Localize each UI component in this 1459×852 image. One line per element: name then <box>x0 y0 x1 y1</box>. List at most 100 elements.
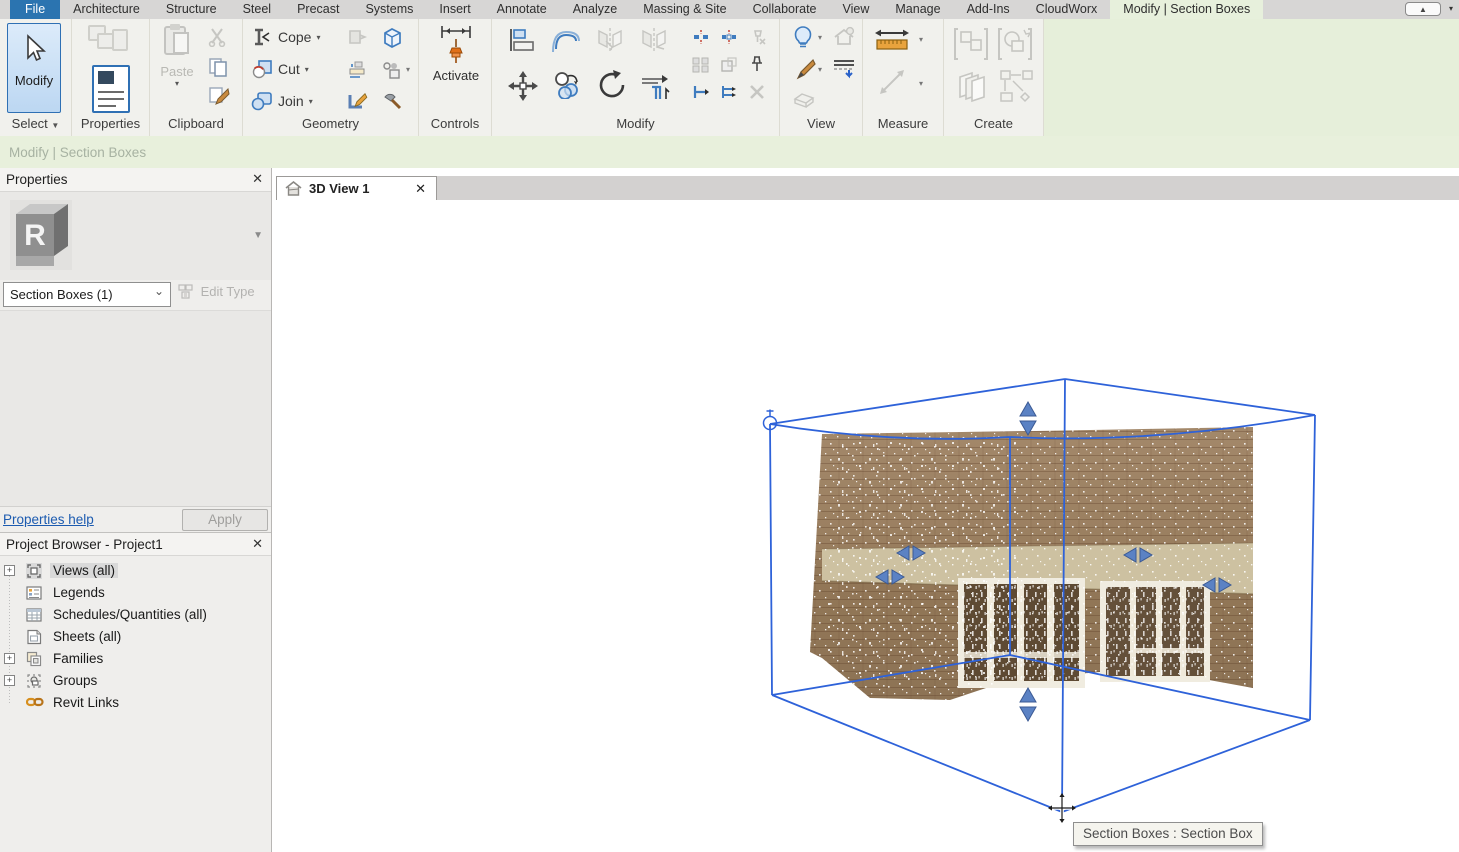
copy-clipboard-icon[interactable] <box>208 57 228 82</box>
view-tab-3d-view-1[interactable]: 3D View 1 ✕ <box>276 176 437 200</box>
tree-item-sheets[interactable]: Sheets (all) <box>0 626 271 648</box>
panel-label-measure[interactable]: Measure <box>863 114 943 135</box>
move-icon[interactable] <box>508 71 538 106</box>
modify-tool-button[interactable]: Modify <box>7 23 61 113</box>
trim-extend-single-icon[interactable] <box>692 83 710 106</box>
cut-geometry-button[interactable]: Cut ▾ <box>251 59 309 79</box>
linework-icon[interactable] <box>832 57 856 86</box>
point-cloud-wall[interactable] <box>810 200 1376 700</box>
3d-viewport[interactable] <box>276 200 1459 852</box>
tab-annotate[interactable]: Annotate <box>484 0 560 19</box>
panel-label-modify[interactable]: Modify <box>492 114 779 135</box>
split-with-gap-icon[interactable] <box>720 29 738 50</box>
panel-label-geometry[interactable]: Geometry <box>243 114 418 135</box>
apply-button[interactable]: Apply <box>182 509 268 531</box>
tab-add-ins[interactable]: Add-Ins <box>954 0 1023 19</box>
match-type-brush-icon[interactable] <box>208 85 230 112</box>
panel-label-clipboard[interactable]: Clipboard <box>150 114 242 135</box>
tab-steel[interactable]: Steel <box>230 0 285 19</box>
brush-caret-icon[interactable]: ▾ <box>818 65 822 74</box>
edit-type-button[interactable]: Edit Type <box>178 284 255 302</box>
element-states-icon[interactable] <box>381 61 403 86</box>
expand-icon[interactable]: + <box>4 565 15 576</box>
type-selector-combobox[interactable]: Section Boxes (1) ⌄ <box>3 282 171 307</box>
trim-extend-multiple-icon[interactable] <box>720 83 738 106</box>
tree-item-views[interactable]: + Views (all) <box>0 560 271 582</box>
panel-label-view[interactable]: View <box>780 114 862 135</box>
revit-window: File Architecture Structure Steel Precas… <box>0 0 1459 852</box>
create-schedule-flow-icon[interactable] <box>998 69 1036 110</box>
align-icon[interactable] <box>508 27 536 58</box>
tab-file[interactable]: File <box>10 0 60 19</box>
mirror-axis-icon[interactable] <box>640 27 668 58</box>
panel-label-create[interactable]: Create <box>944 114 1043 135</box>
array-icon[interactable] <box>692 57 710 78</box>
cut-profile-cube-icon[interactable] <box>381 27 403 54</box>
pin-icon[interactable] <box>748 55 766 78</box>
tree-item-schedules[interactable]: Schedules/Quantities (all) <box>0 604 271 626</box>
unpin-icon[interactable] <box>748 29 766 50</box>
measure-ruler-icon[interactable] <box>873 27 911 60</box>
preview-letter: R <box>24 219 46 252</box>
copy-icon[interactable] <box>552 71 582 104</box>
paste-button[interactable]: Paste ▾ <box>156 23 198 88</box>
expand-icon[interactable]: + <box>4 653 15 664</box>
tab-manage[interactable]: Manage <box>882 0 953 19</box>
scale-icon[interactable] <box>720 57 738 78</box>
tab-insert[interactable]: Insert <box>426 0 483 19</box>
tree-item-legends[interactable]: Legends <box>0 582 271 604</box>
ribbon-minimize-caret-icon[interactable]: ▾ <box>1449 4 1453 13</box>
type-properties-icon[interactable] <box>88 25 132 61</box>
split-element-icon[interactable] <box>692 29 710 50</box>
states-caret-icon[interactable]: ▾ <box>406 65 410 74</box>
trim-extend-corner-icon[interactable] <box>640 71 672 106</box>
measure-between-refs-icon[interactable] <box>877 67 907 102</box>
properties-close-icon[interactable]: ✕ <box>252 171 263 187</box>
type-selector-dropdown-icon[interactable]: ▼ <box>253 230 263 241</box>
mirror-project-icon[interactable] <box>596 27 624 58</box>
offset-icon[interactable] <box>552 27 582 58</box>
tab-analyze[interactable]: Analyze <box>560 0 630 19</box>
type-preview-area[interactable]: R ▼ <box>0 192 271 280</box>
override-graphics-brush-icon[interactable] <box>792 57 816 86</box>
expand-icon[interactable]: + <box>4 675 15 686</box>
activate-controls-button[interactable]: Activate <box>429 23 483 113</box>
tab-systems[interactable]: Systems <box>352 0 426 19</box>
tree-item-groups[interactable]: + Groups <box>0 670 271 692</box>
create-parts-icon[interactable] <box>952 69 992 110</box>
cut-clipboard-icon[interactable] <box>208 27 228 52</box>
beam-cutback-icon[interactable] <box>347 61 369 86</box>
tab-modify-section-boxes[interactable]: Modify | Section Boxes <box>1110 0 1263 19</box>
delete-icon[interactable] <box>748 83 766 106</box>
show-hidden-elements-icon[interactable] <box>832 25 856 54</box>
tab-view[interactable]: View <box>830 0 883 19</box>
tab-massing-site[interactable]: Massing & Site <box>630 0 739 19</box>
tab-cloudworx[interactable]: CloudWorx <box>1023 0 1111 19</box>
tab-collaborate[interactable]: Collaborate <box>740 0 830 19</box>
properties-help-link[interactable]: Properties help <box>3 512 94 527</box>
tab-precast[interactable]: Precast <box>284 0 352 19</box>
tree-item-revit-links[interactable]: Revit Links <box>0 692 271 714</box>
create-group-icon[interactable] <box>952 25 990 68</box>
cope-button[interactable]: Cope ▾ <box>251 27 320 47</box>
panel-label-properties[interactable]: Properties <box>72 114 149 135</box>
tab-structure[interactable]: Structure <box>153 0 230 19</box>
apply-coping-icon[interactable] <box>347 27 367 52</box>
view-tab-close-icon[interactable]: ✕ <box>415 181 426 197</box>
panel-label-select[interactable]: Select ▼ <box>0 114 71 135</box>
rotate-icon[interactable] <box>596 69 628 106</box>
displace-elements-icon[interactable] <box>792 91 816 116</box>
properties-palette-button[interactable] <box>92 65 130 113</box>
create-assembly-icon[interactable] <box>996 25 1034 68</box>
project-browser-close-icon[interactable]: ✕ <box>252 536 263 552</box>
bulb-caret-icon[interactable]: ▾ <box>818 33 822 42</box>
tree-item-families[interactable]: + Families <box>0 648 271 670</box>
panel-label-controls[interactable]: Controls <box>419 114 491 135</box>
ribbon-minimize-button[interactable]: ▲ <box>1405 2 1441 16</box>
join-geometry-button[interactable]: Join ▾ <box>251 91 313 111</box>
measure2-caret-icon[interactable]: ▾ <box>919 79 923 88</box>
measure-caret-icon[interactable]: ▾ <box>919 35 923 44</box>
properties-parameter-area[interactable] <box>0 310 271 506</box>
tab-architecture[interactable]: Architecture <box>60 0 153 19</box>
view-visibility-bulb-icon[interactable] <box>792 25 814 56</box>
